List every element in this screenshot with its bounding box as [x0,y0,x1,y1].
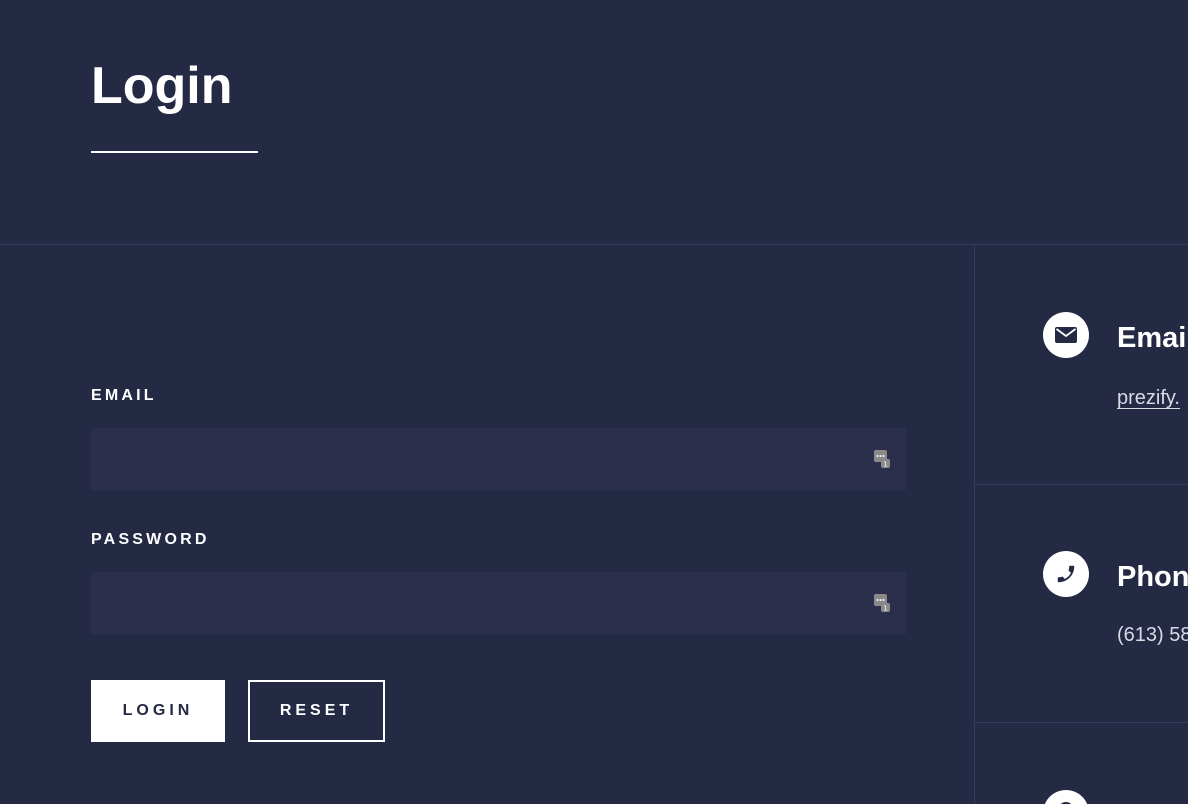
email-input[interactable] [91,428,906,490]
phone-icon [1043,551,1089,597]
login-button[interactable]: LOGIN [91,680,225,742]
contact-location-block [975,723,1188,804]
email-label: EMAIL [91,387,157,404]
envelope-icon [1043,312,1089,358]
svg-text:1: 1 [883,461,887,469]
page-header: Login [0,0,1188,245]
map-marker-icon [1043,790,1089,804]
title-underline [91,151,258,153]
contact-email-link[interactable]: prezify. [1117,385,1180,411]
contact-email-title: Email [1117,322,1188,354]
reset-button[interactable]: RESET [248,680,385,742]
svg-text:1: 1 [883,605,887,613]
page-title: Login [91,57,233,115]
password-label: PASSWORD [91,531,210,548]
contact-phone-title: Phone [1117,561,1188,593]
contact-email-block: Email prezify. [975,245,1188,485]
contact-phone-value: (613) 58 [1117,624,1188,646]
password-manager-icon[interactable]: 1 [874,594,890,612]
contact-sidebar: Email prezify. Phone (613) 58 [974,245,1188,804]
login-page: Login EMAIL 1 PASSWORD 1 LOGIN RESET Ema… [0,0,1188,804]
password-manager-icon[interactable]: 1 [874,450,890,468]
contact-phone-block: Phone (613) 58 [975,485,1188,723]
password-input[interactable] [91,572,906,634]
